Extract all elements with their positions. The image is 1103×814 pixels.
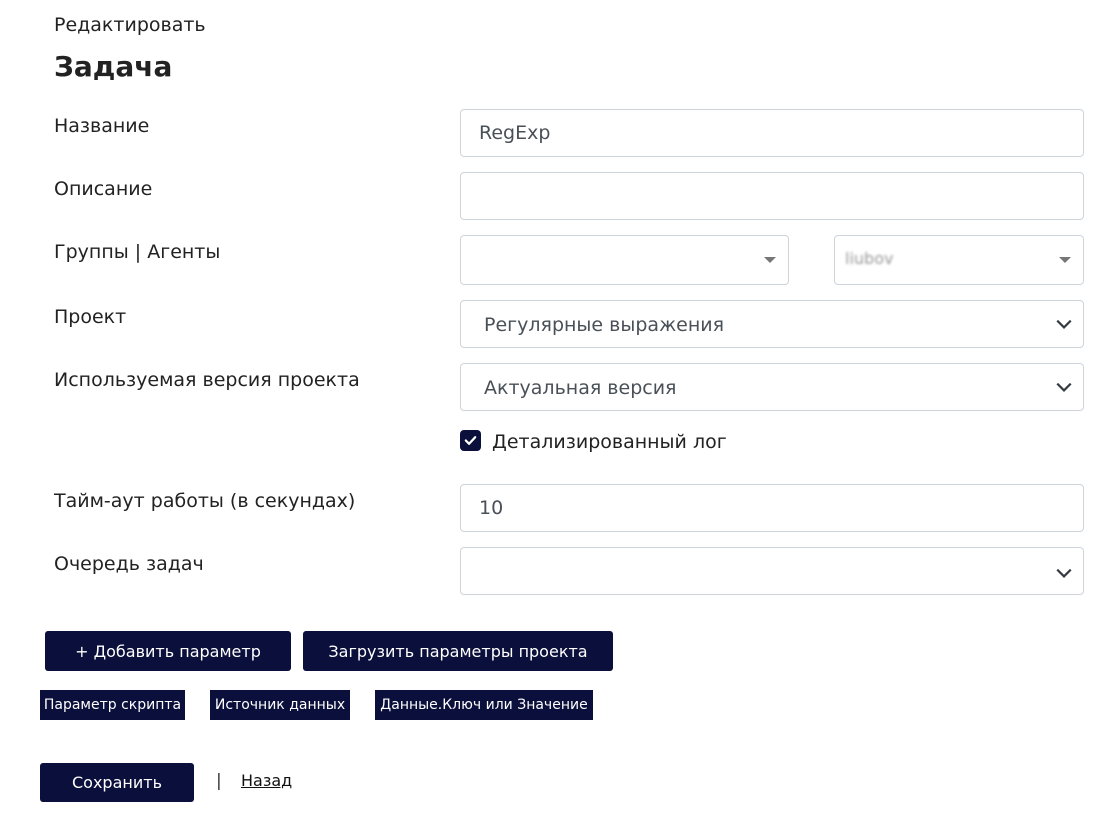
agent-select-value: liubov [845, 249, 894, 268]
name-input[interactable]: RegExp [460, 109, 1084, 157]
save-button[interactable]: Сохранить [40, 763, 194, 802]
task-queue-label: Очередь задач [54, 553, 204, 575]
project-select[interactable]: Регулярные выражения [460, 300, 1084, 348]
task-queue-select[interactable] [460, 547, 1084, 595]
description-label: Описание [54, 178, 153, 200]
chevron-down-icon [1056, 568, 1072, 578]
caret-down-icon [764, 257, 776, 263]
name-label: Название [54, 115, 150, 137]
caret-down-icon [1059, 257, 1071, 263]
group-select[interactable] [460, 235, 789, 285]
checkmark-icon [464, 436, 477, 445]
detailed-log-label[interactable]: Детализированный лог [492, 431, 727, 453]
timeout-input[interactable]: 10 [460, 484, 1084, 532]
param-header-source: Источник данных [210, 690, 350, 720]
project-version-select-value: Актуальная версия [484, 377, 677, 399]
project-label: Проект [54, 306, 127, 328]
groups-agents-label: Группы | Агенты [54, 241, 221, 263]
param-header-key-value: Данные.Ключ или Значение [375, 690, 593, 720]
load-project-params-button[interactable]: Загрузить параметры проекта [303, 631, 613, 671]
timeout-input-value: 10 [479, 497, 504, 519]
timeout-label: Тайм-аут работы (в секундах) [54, 490, 356, 512]
chevron-down-icon [1056, 382, 1072, 392]
description-input[interactable] [460, 172, 1084, 220]
back-link[interactable]: Назад [241, 771, 292, 790]
project-select-value: Регулярные выражения [484, 314, 725, 336]
param-header-script: Параметр скрипта [40, 690, 185, 720]
add-parameter-button[interactable]: + Добавить параметр [45, 631, 291, 671]
footer-separator: | [216, 771, 222, 791]
detailed-log-checkbox[interactable] [460, 430, 481, 451]
chevron-down-icon [1056, 319, 1072, 329]
project-version-label: Используемая версия проекта [54, 369, 360, 391]
page-subtitle: Редактировать [54, 14, 206, 36]
project-version-select[interactable]: Актуальная версия [460, 363, 1084, 411]
page-title: Задача [54, 50, 173, 83]
agent-select[interactable]: liubov [834, 235, 1084, 285]
name-input-value: RegExp [479, 122, 551, 144]
